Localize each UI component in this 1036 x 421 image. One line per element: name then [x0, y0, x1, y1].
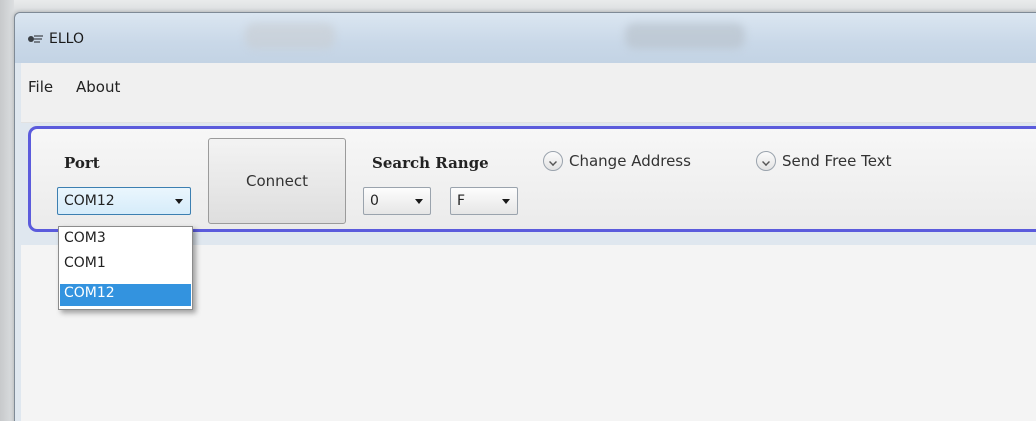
change-address-label: Change Address [569, 152, 691, 170]
connect-button[interactable]: Connect [208, 138, 346, 224]
desktop-edge [0, 0, 14, 421]
port-option[interactable]: COM1 [60, 254, 191, 276]
menu-bar: File About [21, 63, 1036, 123]
menu-about[interactable]: About [76, 78, 120, 96]
range-from-combobox[interactable]: 0 [363, 187, 431, 215]
chevron-down-icon [502, 199, 510, 204]
port-label: Port [64, 154, 100, 172]
window-title: ELLO [49, 31, 84, 47]
send-free-text-label: Send Free Text [782, 152, 892, 170]
port-option-selected[interactable]: COM12 [60, 284, 191, 306]
change-address-expander[interactable]: Change Address [543, 148, 691, 174]
title-bar-background-blur [245, 23, 335, 49]
port-selected-value: COM12 [64, 193, 115, 209]
expander-chevron-icon [756, 151, 776, 171]
port-combobox[interactable]: COM12 [57, 187, 191, 215]
chevron-down-icon [415, 199, 423, 204]
chevron-down-icon [175, 199, 183, 204]
expander-chevron-icon [543, 151, 563, 171]
connect-button-label: Connect [245, 172, 309, 190]
port-dropdown-list: COM3 COM1 COM12 [58, 226, 193, 310]
title-bar-background-blur [625, 23, 745, 49]
connection-toolbar [28, 126, 1036, 232]
range-from-value: 0 [370, 193, 379, 209]
range-to-value: F [457, 193, 466, 209]
title-bar[interactable]: ELLO [15, 13, 1036, 63]
send-free-text-expander[interactable]: Send Free Text [756, 148, 891, 174]
range-to-combobox[interactable]: F [450, 187, 518, 215]
port-option[interactable]: COM3 [60, 229, 191, 251]
menu-file[interactable]: File [28, 78, 53, 96]
app-icon [28, 35, 43, 43]
search-range-label: Search Range [372, 154, 489, 172]
